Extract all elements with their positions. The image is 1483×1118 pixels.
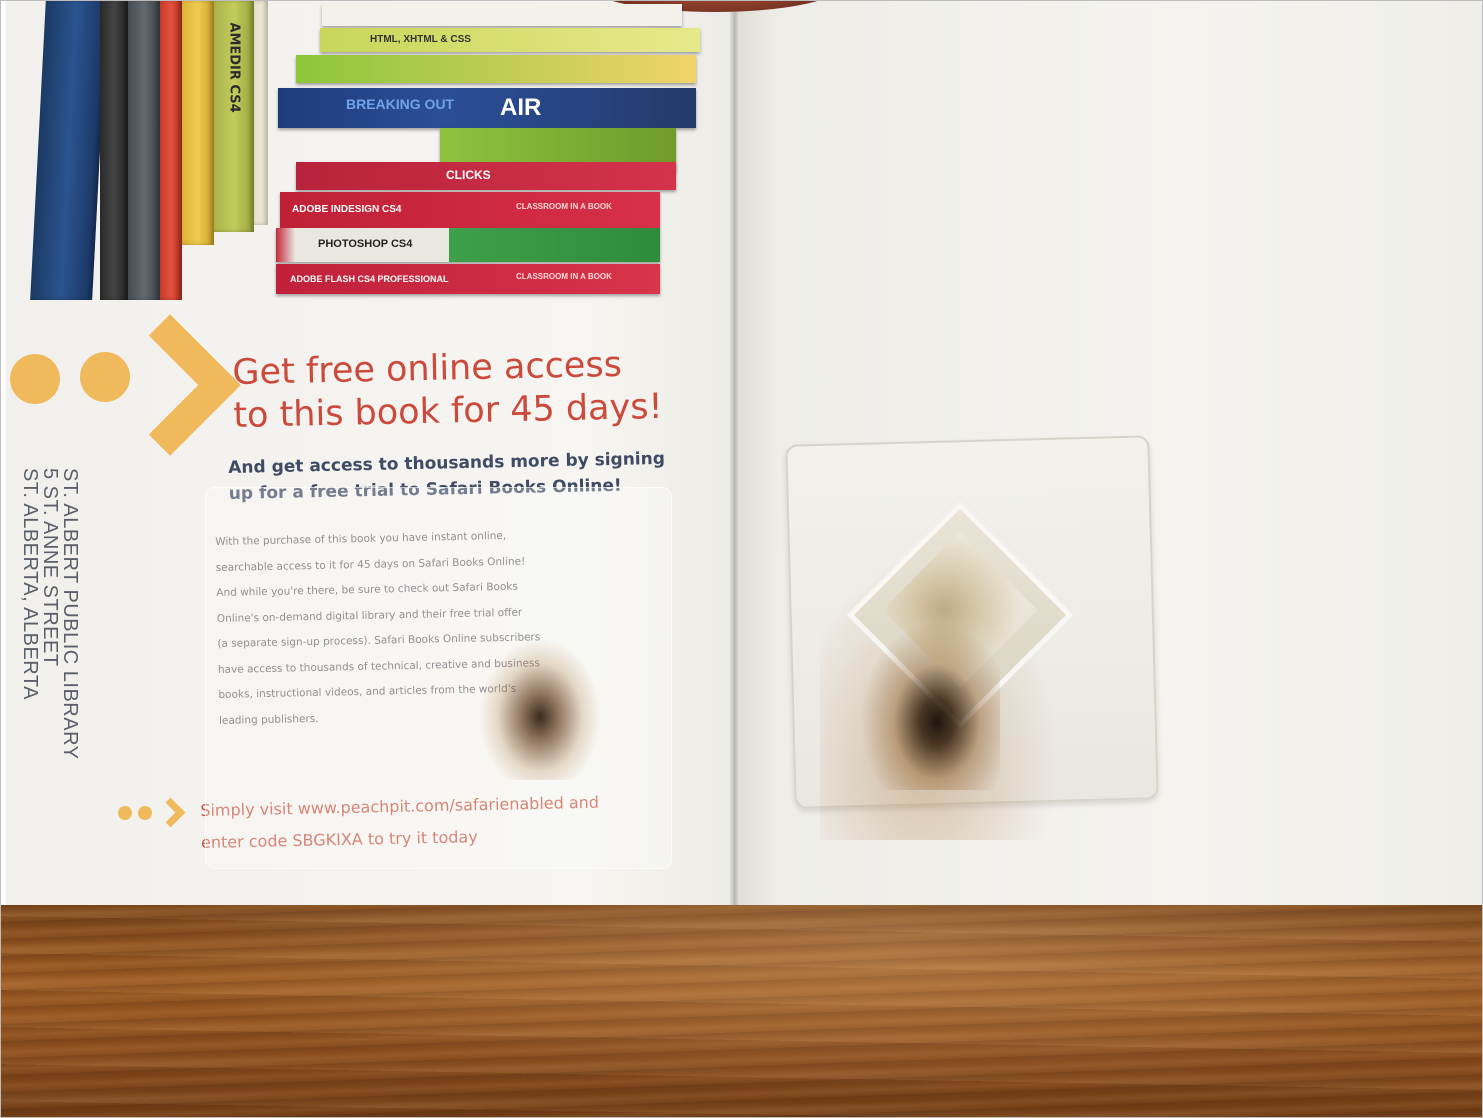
book-indesign-title: ADOBE INDESIGN CS4 — [292, 204, 402, 215]
spine-dark — [100, 0, 128, 300]
ad-headline: Get free online access to this book for … — [232, 342, 704, 438]
book-flash-series: CLASSROOM IN A BOOK — [516, 272, 612, 281]
book-gutter — [730, 0, 738, 912]
spine-olive: AMEDIR CS4 — [214, 0, 254, 232]
stamp-line3: ST. ALBERTA, ALBERTA — [19, 468, 41, 700]
table-sheen — [0, 905, 1483, 1118]
spine-grey — [128, 0, 160, 300]
stamp-line1: ST. ALBERT PUBLIC LIBRARY — [59, 468, 81, 760]
book-indesign: ADOBE INDESIGN CS4 CLASSROOM IN A BOOK — [280, 192, 660, 228]
burn-mark-left — [480, 640, 600, 780]
photo-scene: pre AMEDIR CS4 HTML, XHTML & CSS BREAKIN… — [0, 0, 1483, 1118]
book-air-title: AIR — [500, 94, 542, 121]
ad-dot-1 — [10, 354, 60, 404]
spine-cs4-text: AMEDIR CS4 — [226, 22, 242, 113]
book-designing — [322, 4, 682, 26]
cta-dot-1 — [118, 806, 132, 820]
book-indesign-series: CLASSROOM IN A BOOK — [516, 202, 612, 211]
book-clicks: CLICKS — [296, 162, 676, 190]
spine-red — [160, 0, 182, 300]
book-flash: ADOBE FLASH CS4 PROFESSIONAL CLASSROOM I… — [276, 264, 660, 294]
book-dreamweaver — [296, 55, 696, 83]
book-breaking-out-title: BREAKING OUT — [346, 96, 455, 112]
book-flash-title: ADOBE FLASH CS4 PROFESSIONAL — [290, 274, 449, 284]
burn-mark-right — [860, 620, 1000, 790]
spine-yellow — [182, 0, 214, 245]
security-sticker-left — [205, 487, 672, 869]
book-photoshop: PHOTOSHOP CS4 — [276, 228, 660, 262]
stamp-line2: 5 ST. ANNE STREET — [39, 468, 61, 667]
spine-cream — [254, 0, 268, 225]
cta-dot-2 — [138, 806, 152, 820]
book-html-title: HTML, XHTML & CSS — [370, 34, 471, 45]
library-stamp: ST. ALBERT PUBLIC LIBRARY 5 ST. ANNE STR… — [19, 468, 81, 888]
book-html: HTML, XHTML & CSS — [320, 28, 700, 52]
book-breaking-out: BREAKING OUT AIR — [278, 88, 696, 128]
book-clicks-title: CLICKS — [446, 168, 491, 182]
book-photoshop-title: PHOTOSHOP CS4 — [318, 238, 413, 250]
